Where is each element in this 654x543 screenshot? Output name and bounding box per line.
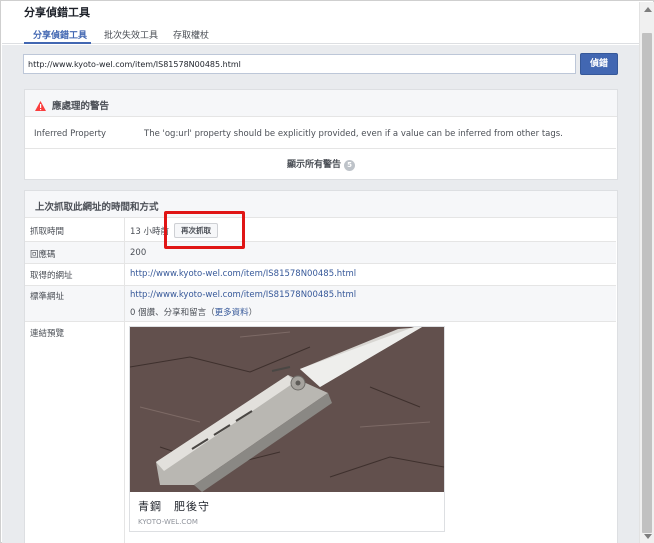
show-all-warnings-link[interactable]: 顯示所有警告 5	[24, 157, 618, 171]
tab-sharing-debugger[interactable]: 分享偵錯工具	[33, 28, 87, 41]
share-stats-suffix: ）	[248, 308, 258, 318]
debug-button[interactable]: 偵錯	[580, 53, 618, 75]
canonical-url-link[interactable]: http://www.kyoto-wel.com/item/IS81578N00…	[130, 290, 356, 300]
scroll-up-icon[interactable]	[644, 7, 652, 12]
label-response-code: 回應碼	[30, 250, 56, 260]
row-divider	[25, 321, 616, 322]
url-input[interactable]: http://www.kyoto-wel.com/item/IS81578N00…	[23, 54, 576, 74]
link-preview-card[interactable]: 青鋼 肥後守 KYOTO-WEL.COM	[129, 326, 445, 532]
scroll-down-icon[interactable]	[644, 534, 652, 539]
warning-property: Inferred Property	[34, 129, 107, 139]
show-all-label: 顯示所有警告	[286, 160, 341, 170]
column-divider	[124, 218, 125, 543]
share-stats: 0 個讚、分享和留言（更多資料）	[130, 306, 257, 318]
row-shade	[25, 242, 616, 263]
label-fetched-url: 取得的網址	[30, 271, 73, 281]
tab-batch-invalidator[interactable]: 批次失效工具	[104, 28, 158, 41]
label-link-preview: 連結預覽	[30, 329, 65, 339]
share-stats-prefix: 0 個讚、分享和留言（	[130, 308, 215, 318]
scrape-info-header: 上次抓取此網址的時間和方式	[25, 191, 617, 218]
row-divider	[25, 263, 616, 264]
preview-image	[130, 327, 444, 492]
page-title: 分享偵錯工具	[24, 6, 90, 19]
top-header: 分享偵錯工具 分享偵錯工具 批次失效工具 存取權杖	[2, 2, 639, 44]
fetched-url-link[interactable]: http://www.kyoto-wel.com/item/IS81578N00…	[130, 269, 356, 279]
label-canonical-url: 標準網址	[30, 292, 65, 302]
browser-window: 分享偵錯工具 分享偵錯工具 批次失效工具 存取權杖 http://www.kyo…	[0, 0, 654, 543]
preview-domain: KYOTO-WEL.COM	[138, 518, 198, 526]
preview-title: 青鋼 肥後守	[138, 500, 210, 513]
warnings-divider	[25, 148, 616, 149]
warnings-title: 應處理的警告	[52, 101, 110, 112]
warning-icon	[35, 101, 46, 114]
tab-access-token[interactable]: 存取權杖	[173, 28, 209, 41]
warnings-header: 應處理的警告	[25, 90, 617, 117]
warning-count-badge: 5	[344, 160, 355, 171]
warning-message: The 'og:url' property should be explicit…	[144, 129, 563, 139]
scrollbar-thumb[interactable]	[642, 33, 652, 533]
active-tab-indicator	[24, 42, 91, 44]
more-info-link[interactable]: 更多資料	[215, 308, 249, 318]
value-response-code: 200	[130, 248, 147, 258]
annotation-highlight-box	[164, 211, 245, 249]
label-fetch-time: 抓取時間	[30, 227, 65, 237]
